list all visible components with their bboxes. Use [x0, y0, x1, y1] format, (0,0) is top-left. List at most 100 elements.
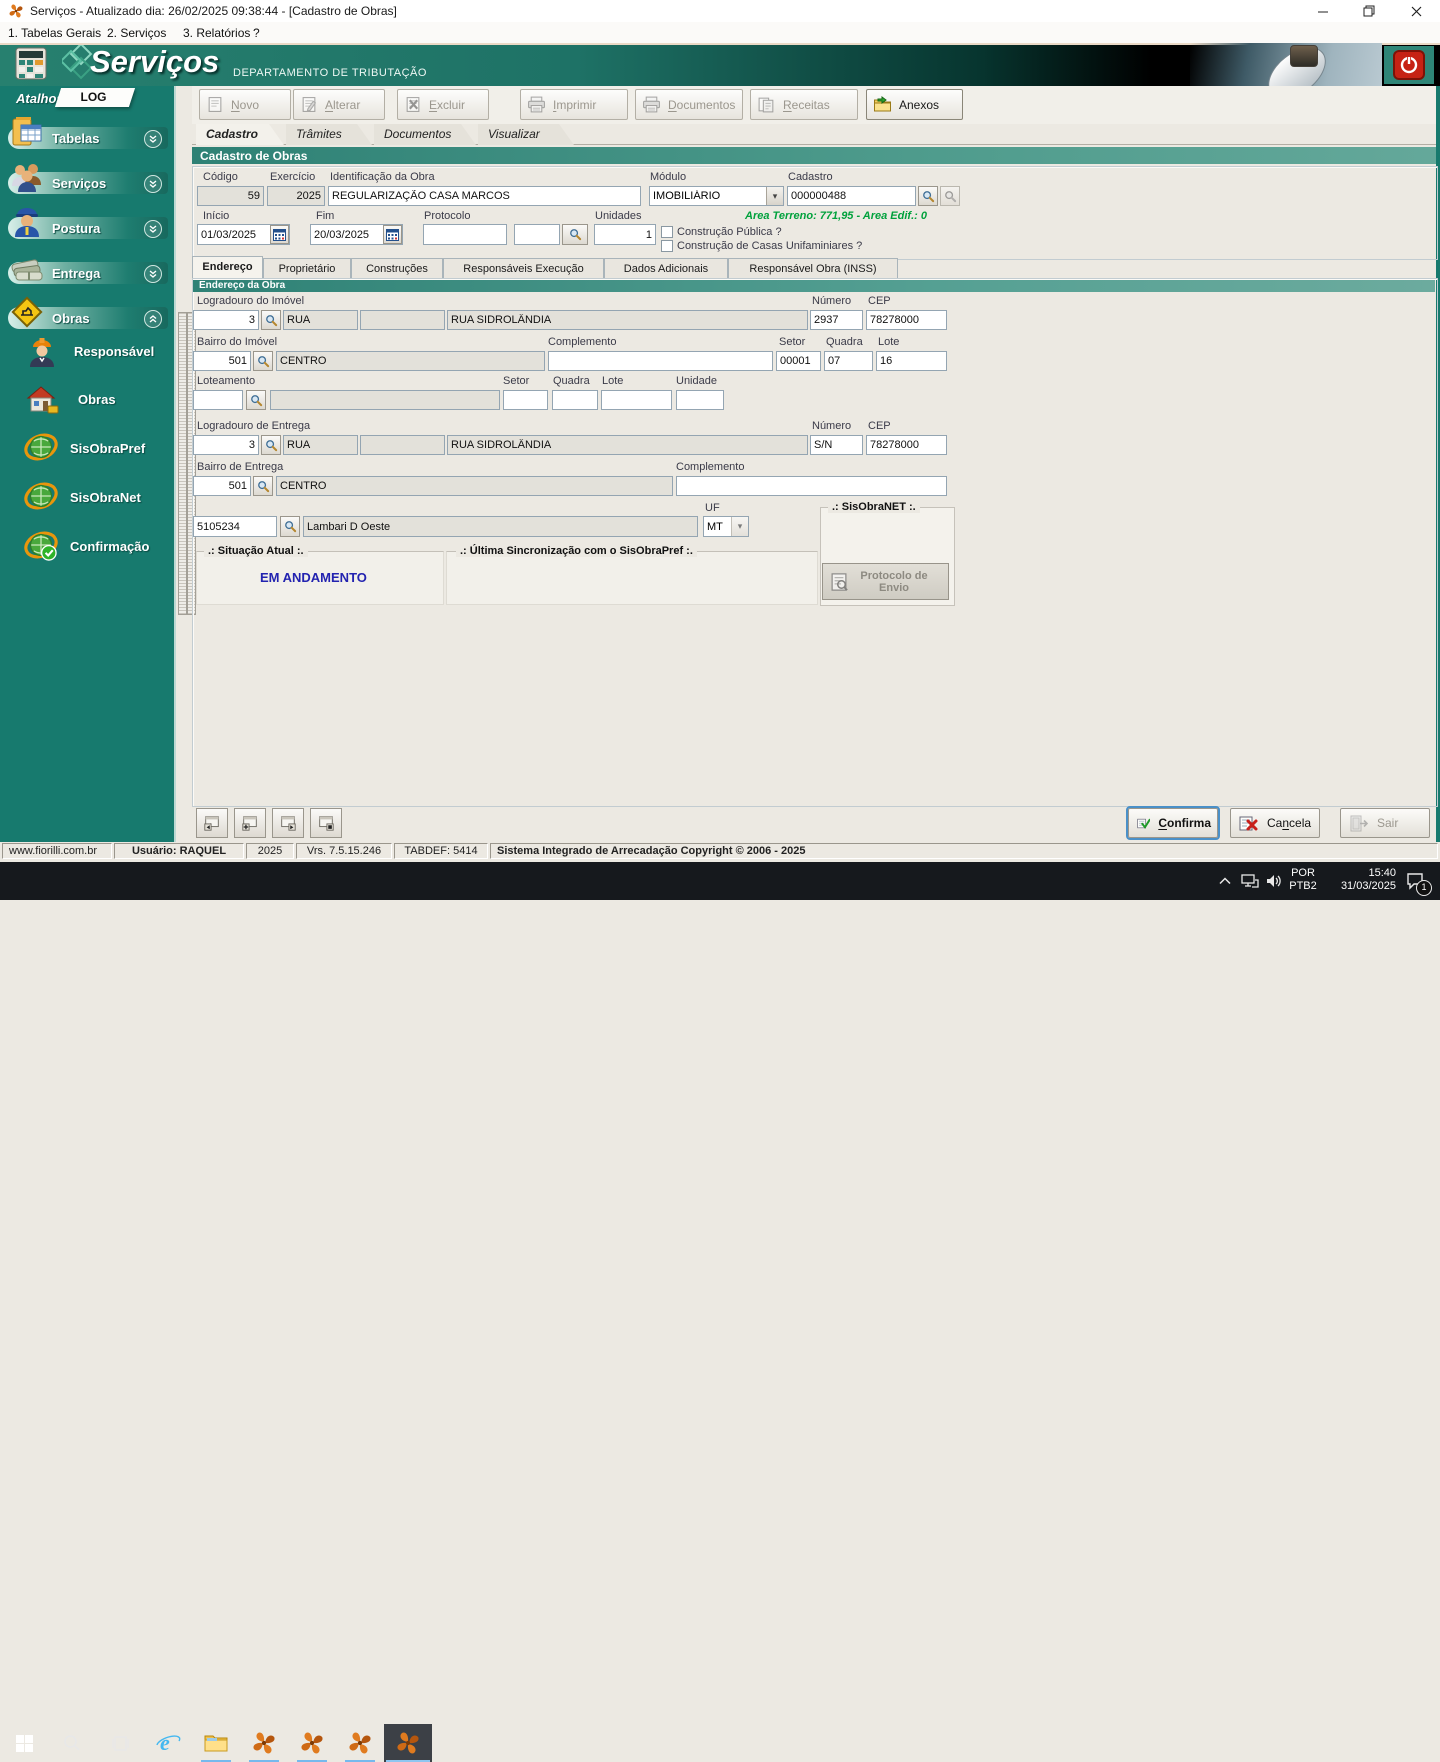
internet-explorer-button[interactable]: e	[144, 1724, 192, 1762]
logradouro-imovel-nome-field[interactable]	[447, 310, 808, 330]
subtab-proprietario[interactable]: Proprietário	[263, 258, 351, 279]
unidades-field[interactable]	[594, 224, 656, 245]
municipio-search-button[interactable]	[280, 516, 300, 537]
bairro-imovel-complemento-field[interactable]	[548, 351, 773, 371]
loteamento-quadra-field[interactable]	[552, 390, 598, 410]
setor-field[interactable]	[776, 351, 821, 371]
first-record-button[interactable]	[196, 808, 228, 838]
tray-chevron-button[interactable]	[1212, 862, 1238, 900]
logradouro-imovel-search-button[interactable]	[261, 310, 281, 330]
tray-network-button[interactable]	[1238, 862, 1262, 900]
fim-calendar-button[interactable]	[383, 225, 402, 244]
logradouro-imovel-titulo-field[interactable]	[360, 310, 445, 330]
bairro-imovel-codigo-field[interactable]	[193, 351, 251, 371]
app-window-3-button[interactable]	[336, 1724, 384, 1762]
chevron-down-icon[interactable]	[144, 175, 162, 193]
loteamento-codigo-field[interactable]	[193, 390, 243, 410]
logradouro-entrega-nome-field[interactable]	[447, 435, 808, 455]
sidebar-item-confirmacao[interactable]: Confirmação	[70, 539, 149, 554]
bairro-entrega-complemento-field[interactable]	[676, 476, 947, 496]
subtab-responsavel-obra-inss[interactable]: Responsável Obra (INSS)	[728, 258, 898, 279]
logradouro-entrega-numero-field[interactable]	[810, 435, 863, 455]
sidebar-item-sisobrapref[interactable]: SisObraPref	[70, 441, 145, 456]
power-button[interactable]	[1384, 46, 1434, 84]
construcao-publica-checkbox[interactable]	[661, 226, 673, 238]
subtab-construcoes[interactable]: Construções	[351, 258, 443, 279]
receitas-button[interactable]: Receitas	[750, 89, 858, 120]
cadastro-search2-button[interactable]	[940, 186, 960, 206]
bairro-entrega-search-button[interactable]	[253, 476, 273, 496]
inicio-calendar-button[interactable]	[270, 225, 289, 244]
menu-tabelas-gerais[interactable]: 1. Tabelas Gerais	[8, 26, 101, 40]
loteamento-search-button[interactable]	[246, 390, 266, 410]
chevron-down-icon[interactable]	[144, 265, 162, 283]
logradouro-entrega-titulo-field[interactable]	[360, 435, 445, 455]
bairro-entrega-nome-field[interactable]	[276, 476, 673, 496]
logradouro-entrega-cep-field[interactable]	[866, 435, 947, 455]
insert-record-button[interactable]	[234, 808, 266, 838]
documentos-button[interactable]: Documentos	[635, 89, 743, 120]
restore-button[interactable]	[1346, 0, 1392, 22]
subtab-endereco[interactable]: Endereço	[192, 256, 263, 279]
uf-select[interactable]: MT ▾	[703, 516, 749, 537]
tab-cadastro[interactable]: Cadastro	[196, 124, 284, 145]
logradouro-imovel-cep-field[interactable]	[866, 310, 947, 330]
novo-button[interactable]: Novo	[199, 89, 291, 120]
protocolo-envio-button[interactable]: Protocolo de Envio	[822, 563, 949, 600]
sidebar-item-responsavel[interactable]: Responsável	[74, 344, 154, 359]
tray-language[interactable]: POR PTB2	[1286, 867, 1320, 893]
loteamento-lote-field[interactable]	[601, 390, 672, 410]
tray-clock[interactable]: 15:40 31/03/2025	[1322, 867, 1396, 893]
identificacao-field[interactable]	[328, 186, 641, 206]
app-window-2-button[interactable]	[288, 1724, 336, 1762]
notification-center-button[interactable]: 1	[1398, 862, 1434, 900]
anexos-button[interactable]: Anexos	[866, 89, 963, 120]
lote-field[interactable]	[876, 351, 947, 371]
cadastro-field[interactable]	[787, 186, 916, 206]
start-button[interactable]	[0, 1724, 48, 1762]
menu-servicos[interactable]: 2. Serviços	[107, 26, 166, 40]
chevron-down-icon[interactable]	[144, 220, 162, 238]
imprimir-button[interactable]: Imprimir	[520, 89, 628, 120]
casas-unifamiliares-checkbox[interactable]	[661, 240, 673, 252]
minimize-button[interactable]	[1300, 0, 1346, 22]
file-explorer-button[interactable]	[192, 1724, 240, 1762]
sidebar-item-sisobranet[interactable]: SisObraNet	[70, 490, 141, 505]
splitter-scrollbar[interactable]	[178, 312, 187, 615]
task-view-button[interactable]	[96, 1724, 144, 1762]
alterar-button[interactable]: Alterar	[293, 89, 385, 120]
exercicio-field[interactable]	[267, 186, 325, 206]
sair-button[interactable]: Sair	[1340, 808, 1430, 838]
logradouro-imovel-numero-field[interactable]	[810, 310, 863, 330]
logradouro-entrega-tipo-field[interactable]	[283, 435, 358, 455]
next-record-button[interactable]	[272, 808, 304, 838]
cadastro-search-button[interactable]	[918, 186, 938, 206]
subtab-responsaveis-execucao[interactable]: Responsáveis Execução	[443, 258, 604, 279]
municipio-nome-field[interactable]	[303, 516, 698, 537]
logradouro-imovel-tipo-field[interactable]	[283, 310, 358, 330]
taskbar-search-button[interactable]	[48, 1724, 96, 1762]
sidebar-item-obras[interactable]: Obras	[78, 392, 116, 407]
logradouro-entrega-search-button[interactable]	[261, 435, 281, 455]
modulo-select[interactable]: IMOBILIÁRIO ▾	[649, 186, 784, 206]
bairro-entrega-codigo-field[interactable]	[193, 476, 251, 496]
bairro-imovel-nome-field[interactable]	[276, 351, 545, 371]
tray-volume-button[interactable]	[1262, 862, 1286, 900]
sidebar-log-tab[interactable]: LOG	[55, 88, 135, 107]
cancela-button[interactable]: Cancela	[1230, 808, 1320, 838]
close-button[interactable]	[1392, 0, 1440, 22]
quadra-field[interactable]	[824, 351, 873, 371]
post-record-button[interactable]	[310, 808, 342, 838]
codigo-field[interactable]	[197, 186, 264, 206]
protocolo-search-button[interactable]	[562, 224, 588, 245]
bairro-imovel-search-button[interactable]	[253, 351, 273, 371]
logradouro-entrega-codigo-field[interactable]	[193, 435, 259, 455]
tab-documentos[interactable]: Documentos	[374, 124, 476, 145]
subtab-dados-adicionais[interactable]: Dados Adicionais	[604, 258, 728, 279]
loteamento-unidade-field[interactable]	[676, 390, 724, 410]
logradouro-imovel-codigo-field[interactable]	[193, 310, 259, 330]
confirma-button[interactable]: Confirma	[1128, 808, 1218, 838]
protocolo2-field[interactable]	[514, 224, 560, 245]
excluir-button[interactable]: Excluir	[397, 89, 489, 120]
tab-tramites[interactable]: Trâmites	[286, 124, 372, 145]
